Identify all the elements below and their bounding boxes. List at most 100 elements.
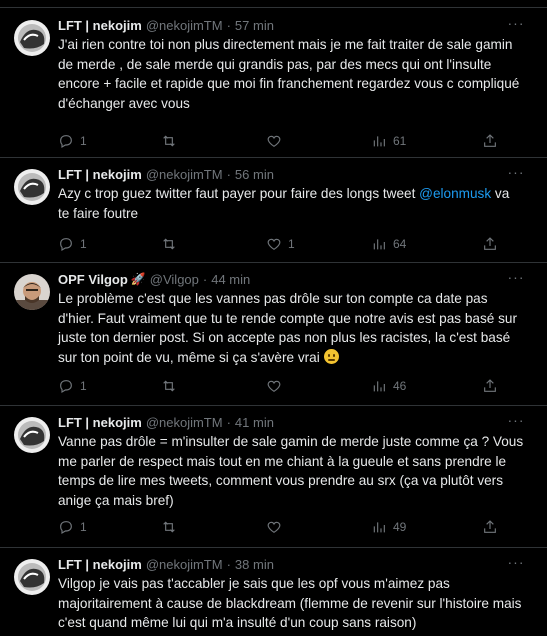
- more-options-icon[interactable]: ···: [507, 270, 525, 288]
- tweet[interactable]: OPF Vilgop 🚀 @Vilgop · 44 min ··· Le pro…: [0, 264, 547, 406]
- tweet-text-part: Azy c trop guez twitter faut payer pour …: [58, 186, 420, 201]
- display-name[interactable]: LFT | nekojim: [58, 167, 142, 182]
- tweet-header: LFT | nekojim @nekojimTM · 57 min: [58, 16, 274, 34]
- retweet-icon: [163, 380, 175, 392]
- timestamp[interactable]: 38 min: [235, 557, 274, 572]
- timestamp[interactable]: 44 min: [211, 272, 250, 287]
- separator-dot: ·: [226, 166, 231, 182]
- tweet[interactable]: LFT | nekojim @nekojimTM · 57 min ··· J'…: [0, 10, 547, 158]
- retweet-button[interactable]: [161, 131, 177, 151]
- tweet[interactable]: LFT | nekojim @nekojimTM · 38 min ··· Vi…: [0, 549, 547, 636]
- share-icon: [484, 237, 496, 250]
- avatar[interactable]: [14, 559, 50, 595]
- user-handle[interactable]: @nekojimTM: [146, 18, 223, 33]
- more-options-icon[interactable]: ···: [507, 165, 525, 183]
- reply-button[interactable]: 1: [58, 376, 87, 396]
- tweet-header: LFT | nekojim @nekojimTM · 41 min: [58, 413, 274, 431]
- more-options-icon[interactable]: ···: [507, 555, 525, 573]
- retweet-button[interactable]: [161, 376, 177, 396]
- tweet-actions: 1 46: [58, 376, 518, 396]
- separator-dot: ·: [226, 414, 231, 430]
- tweet[interactable]: LFT | nekojim @nekojimTM · 56 min ··· Az…: [0, 159, 547, 263]
- reply-icon: [60, 135, 72, 149]
- reply-button[interactable]: 1: [58, 234, 87, 254]
- share-button[interactable]: [482, 234, 498, 254]
- tweet-actions: 1 61: [58, 131, 518, 151]
- share-button[interactable]: [482, 517, 498, 537]
- tweet-text: Vilgop je vais pas t'accabler je sais qu…: [58, 576, 522, 630]
- reply-icon: [60, 380, 72, 394]
- reply-icon: [60, 521, 72, 535]
- heart-icon: [267, 135, 281, 148]
- reply-button[interactable]: 1: [58, 131, 87, 151]
- avatar[interactable]: [14, 274, 50, 310]
- reply-button[interactable]: 1: [58, 517, 87, 537]
- reply-count: 1: [80, 520, 87, 534]
- views-button[interactable]: 61: [371, 131, 406, 151]
- timestamp[interactable]: 41 min: [235, 415, 274, 430]
- slightly-frowning-face-icon: [323, 348, 339, 364]
- more-options-icon[interactable]: ···: [507, 16, 525, 34]
- heart-icon: [267, 521, 281, 534]
- share-button[interactable]: [482, 131, 498, 151]
- previous-tweet-actions: [0, 0, 547, 8]
- views-count: 61: [393, 134, 407, 148]
- reply-count: 1: [80, 134, 87, 148]
- tweet[interactable]: LFT | nekojim @nekojimTM · 41 min ··· Va…: [0, 407, 547, 548]
- mention-link[interactable]: @elonmusk: [419, 186, 491, 201]
- like-button[interactable]: [266, 517, 282, 537]
- tweet-header: LFT | nekojim @nekojimTM · 38 min: [58, 555, 274, 573]
- tweet-text: Vanne pas drôle = m'insulter de sale gam…: [58, 434, 524, 508]
- avatar[interactable]: [14, 20, 50, 56]
- tweet-text: Le problème c'est que les vannes pas drô…: [58, 291, 518, 365]
- views-chart-icon: [373, 239, 385, 250]
- more-options-icon[interactable]: ···: [507, 413, 525, 431]
- views-count: 64: [393, 237, 407, 251]
- separator-dot: ·: [226, 556, 231, 572]
- reply-count: 1: [80, 379, 87, 393]
- share-icon: [484, 134, 496, 147]
- views-count: 46: [393, 379, 407, 393]
- views-button[interactable]: 49: [371, 517, 406, 537]
- reply-icon: [60, 238, 72, 252]
- user-handle[interactable]: @nekojimTM: [146, 167, 223, 182]
- retweet-icon: [163, 135, 175, 147]
- tweet-text: J'ai rien contre toi non plus directemen…: [58, 37, 520, 111]
- tweet-actions: 1 49: [58, 517, 518, 537]
- share-button[interactable]: [482, 376, 498, 396]
- views-button[interactable]: 64: [371, 234, 406, 254]
- like-button[interactable]: 1: [266, 234, 295, 254]
- user-handle[interactable]: @nekojimTM: [146, 557, 223, 572]
- retweet-icon: [163, 521, 175, 533]
- retweet-button[interactable]: [161, 234, 177, 254]
- display-name[interactable]: LFT | nekojim: [58, 557, 142, 572]
- user-handle[interactable]: @nekojimTM: [146, 415, 223, 430]
- user-handle[interactable]: @Vilgop: [150, 272, 199, 287]
- avatar[interactable]: [14, 417, 50, 453]
- views-chart-icon: [373, 522, 385, 533]
- timestamp[interactable]: 57 min: [235, 18, 274, 33]
- tweet-text-container: Le problème c'est que les vannes pas drô…: [58, 289, 524, 367]
- share-icon: [484, 520, 496, 533]
- timestamp[interactable]: 56 min: [235, 167, 274, 182]
- separator-dot: ·: [226, 17, 231, 33]
- like-button[interactable]: [266, 131, 282, 151]
- tweet-header: LFT | nekojim @nekojimTM · 56 min: [58, 165, 274, 183]
- tweet-actions: 1 1 64: [58, 234, 518, 254]
- display-name[interactable]: LFT | nekojim: [58, 415, 142, 430]
- reply-count: 1: [80, 237, 87, 251]
- avatar[interactable]: [14, 169, 50, 205]
- rocket-emoji-badge: 🚀: [130, 272, 146, 286]
- views-button[interactable]: 46: [371, 376, 406, 396]
- like-count: 1: [288, 237, 295, 251]
- display-name[interactable]: LFT | nekojim: [58, 18, 142, 33]
- retweet-icon: [163, 238, 175, 250]
- share-icon: [484, 379, 496, 392]
- tweet-header: OPF Vilgop 🚀 @Vilgop · 44 min: [58, 270, 250, 288]
- retweet-button[interactable]: [161, 517, 177, 537]
- tweet-text: Azy c trop guez twitter faut payer pour …: [58, 184, 524, 223]
- display-name[interactable]: OPF Vilgop: [58, 272, 128, 287]
- like-button[interactable]: [266, 376, 282, 396]
- separator-dot: ·: [202, 271, 208, 287]
- views-chart-icon: [373, 381, 385, 392]
